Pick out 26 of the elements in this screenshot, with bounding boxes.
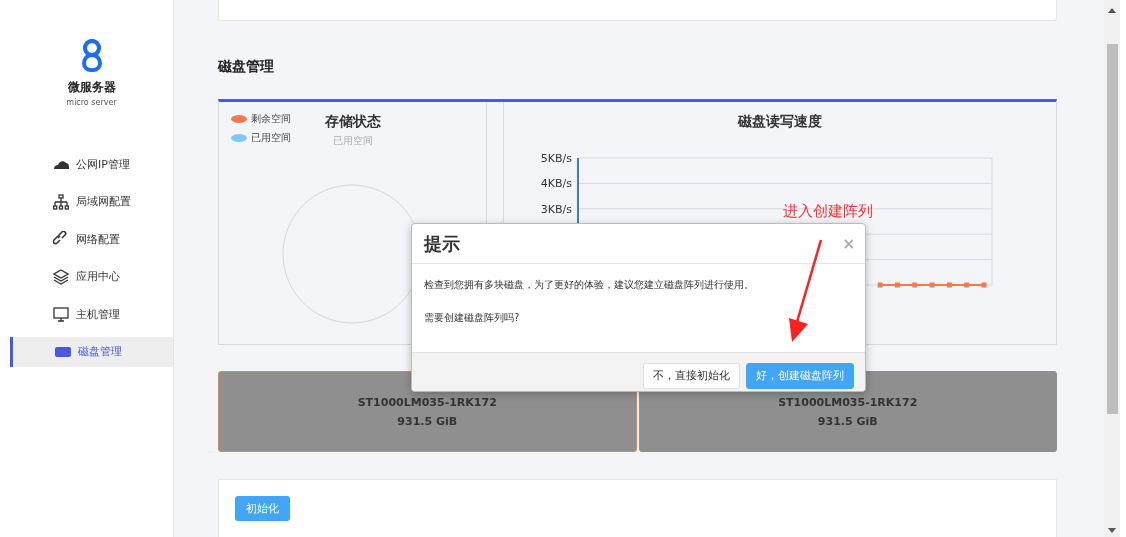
logo-title: 微服务器: [67, 79, 116, 96]
chart-title: 存储状态: [324, 113, 381, 131]
legend-label: 已用空间: [251, 131, 291, 145]
sidebar-item[interactable]: 应用中心: [10, 261, 173, 292]
axis-label: 3KB/s: [540, 202, 572, 216]
logo-subtitle: micro server: [66, 98, 117, 107]
dialog-title: 提示: [424, 231, 460, 256]
annotation-text: 进入创建阵列: [783, 202, 873, 221]
sidebar-item[interactable]: 磁盘管理: [10, 336, 173, 367]
chart-subtitle: 已用空间: [332, 134, 373, 148]
sidebar-item[interactable]: 局域网配置: [10, 186, 173, 217]
sidebar-item[interactable]: 网络配置: [10, 224, 173, 254]
disk-model: ST1000LM035-1RK172: [357, 395, 497, 409]
chart-title: 磁盘读写速度: [738, 113, 822, 131]
cancel-button[interactable]: 不，直接初始化: [643, 362, 740, 389]
disk-model: ST1000LM035-1RK172: [778, 395, 918, 409]
axis-label: 4KB/s: [540, 177, 572, 191]
dialog-question: 需要创建磁盘阵列吗?: [424, 311, 521, 325]
axis-label: 5KB/s: [540, 152, 572, 165]
section-title: 磁盘管理: [218, 58, 275, 76]
legend-label: 剩余空间: [251, 112, 291, 126]
dialog-message: 检查到您拥有多块磁盘，为了更好的体验，建议您建立磁盘阵列进行使用。: [424, 278, 755, 292]
sidebar-item[interactable]: 主机管理: [10, 299, 173, 329]
sidebar-item[interactable]: 公网IP管理: [10, 149, 173, 179]
disk-size: 931.5 GiB: [817, 414, 878, 428]
disk-size: 931.5 GiB: [397, 414, 458, 428]
